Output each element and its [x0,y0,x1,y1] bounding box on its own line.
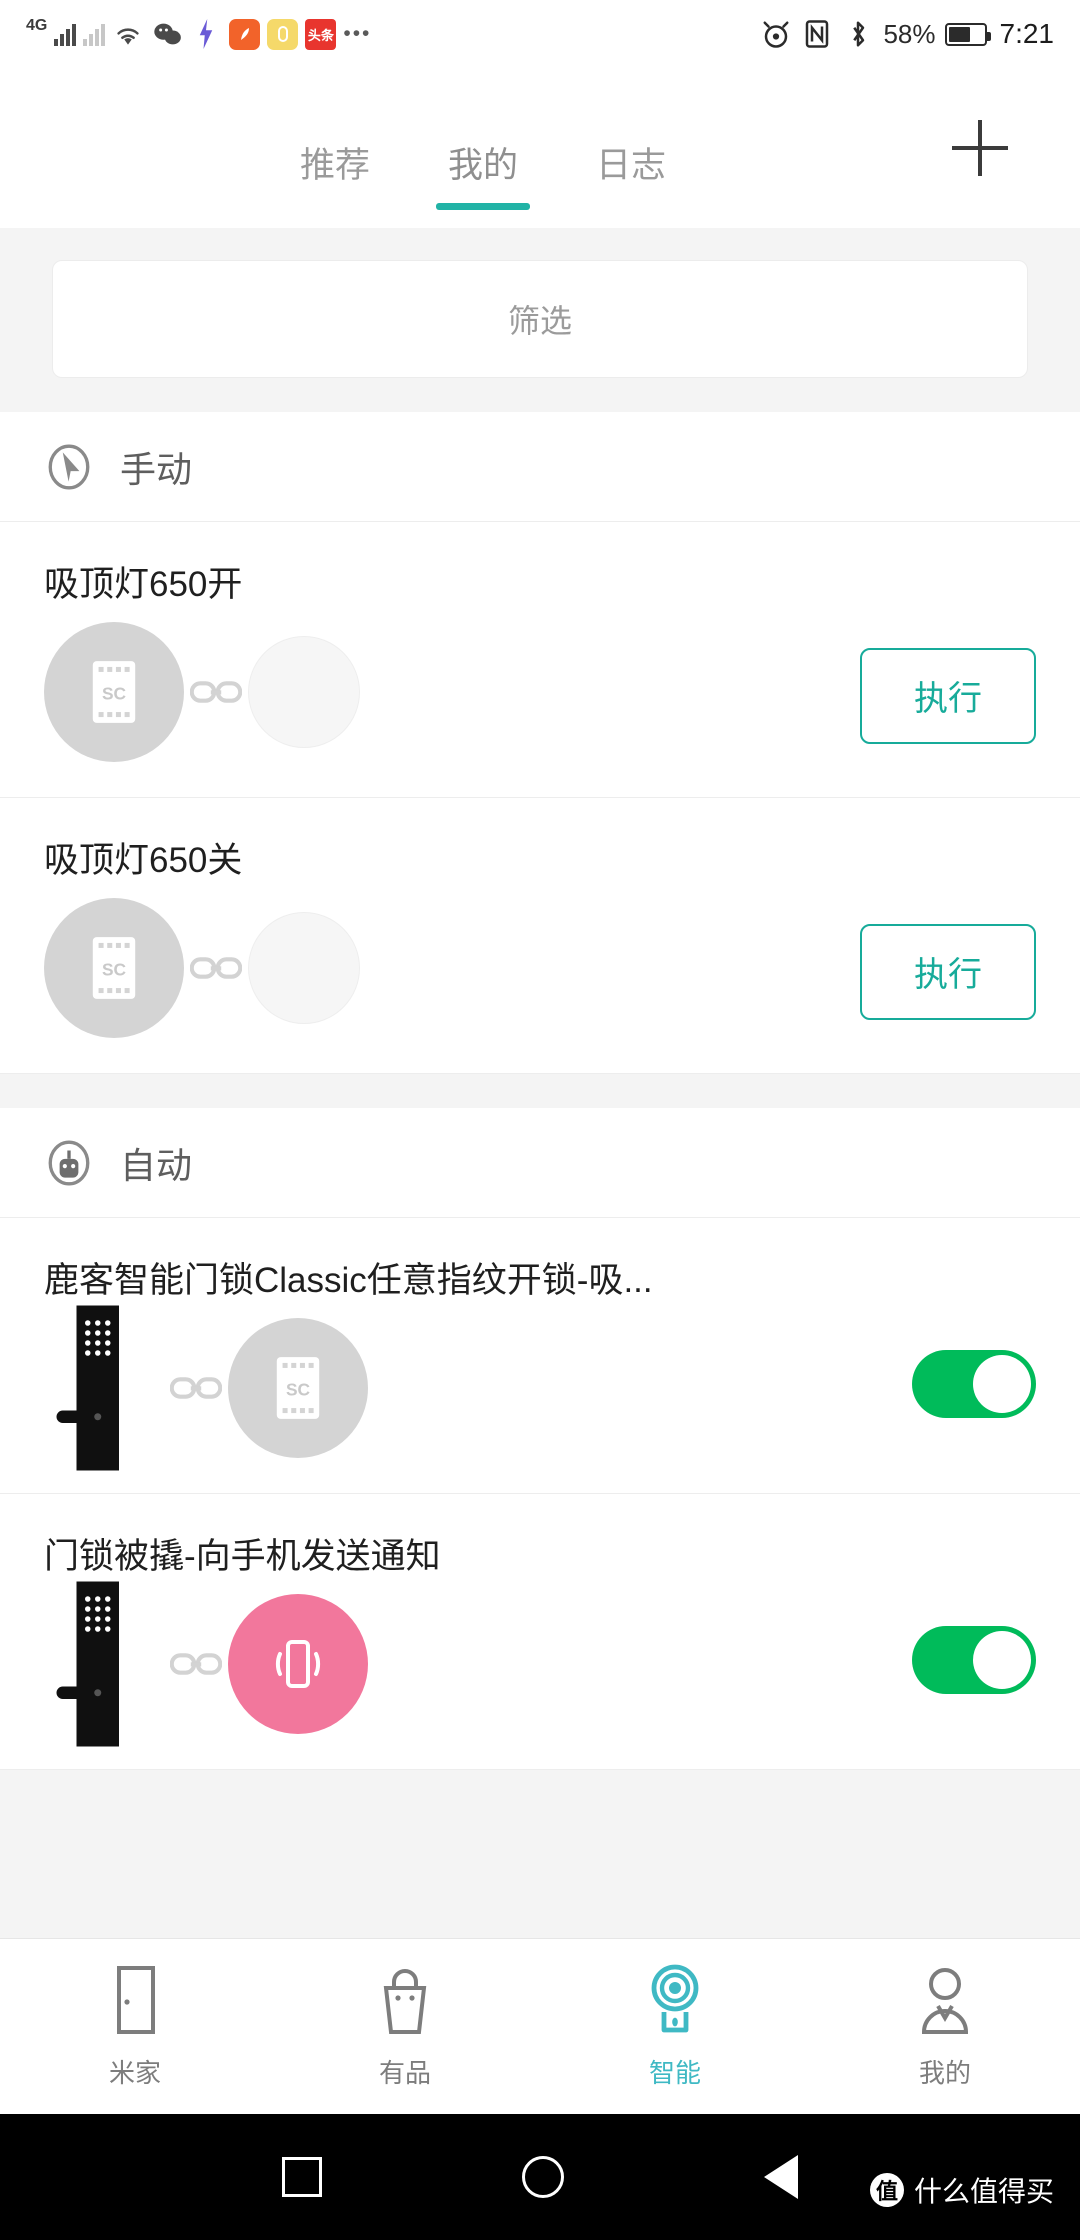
network-type-label: 4G [26,17,48,34]
wechat-icon [151,18,183,50]
smart-lock-icon [44,1574,164,1754]
nav-label: 智能 [648,2057,701,2088]
scene-row-auto-1[interactable]: 鹿客智能门锁Classic任意指纹开锁-吸... SC [0,1218,1080,1494]
section-header-auto: 自动 [0,1108,1080,1218]
add-icon[interactable] [952,120,1008,176]
tab-log[interactable]: 日志 [596,137,666,210]
gateway-icon: SC [44,898,184,1038]
scene-toggle[interactable] [912,1349,1036,1418]
watermark-badge: 值 [869,2173,904,2207]
status-bar: 4G 头条 ••• 58% 7:21 [0,0,1080,68]
shopping-bag-icon [376,1964,434,2041]
top-tab-bar: 推荐 我的 日志 [0,68,1080,228]
status-bar-left: 4G 头条 ••• [26,17,372,50]
scene-device-chain [44,1581,1036,1747]
nav-label: 米家 [108,2057,161,2088]
battery-percent-label: 58% [883,18,936,49]
svg-text:SC: SC [286,1380,311,1400]
smart-lock-icon [44,1298,164,1478]
tab-list: 推荐 我的 日志 [300,68,666,228]
section-title-auto: 自动 [120,1144,193,1186]
flash-charging-icon [190,18,222,50]
link-chain-icon [164,1649,228,1679]
scene-title: 鹿客智能门锁Classic任意指纹开锁-吸... [44,1261,653,1300]
svg-text:SC: SC [102,684,127,704]
scene-row-auto-2[interactable]: 门锁被撬-向手机发送通知 [0,1494,1080,1770]
scene-title: 门锁被撬-向手机发送通知 [44,1537,441,1576]
system-nav-bar: 值 什么值得买 [0,2114,1080,2240]
scene-title: 吸顶灯650关 [44,841,243,880]
filter-button[interactable]: 筛选 [52,260,1028,378]
battery-icon [944,22,991,46]
link-chain-icon [164,1373,228,1403]
phone-notify-icon [228,1594,368,1734]
signal-bars-icon [54,22,77,46]
status-bar-right: 58% 7:21 [760,18,1054,50]
app-screen: 4G 头条 ••• 58% 7:21 推荐 我的 日志 筛选 手动 吸顶灯650… [0,0,1080,2240]
ceiling-lamp-icon [248,912,360,1024]
nav-item-mijia[interactable]: 米家 [0,1964,270,2090]
scene-row-manual-1[interactable]: 吸顶灯650开 SC 执行 [0,522,1080,798]
filter-label: 筛选 [507,303,572,339]
gateway-icon: SC [44,622,184,762]
back-triangle-icon[interactable] [764,2155,798,2199]
signal-bars-secondary-icon [83,22,106,46]
section-divider [0,1770,1080,1804]
section-divider [0,1074,1080,1108]
wifi-icon [112,18,144,50]
eye-care-icon [760,18,792,50]
link-chain-icon [184,677,248,707]
watermark: 值 什么值得买 [869,2170,1054,2210]
bluetooth-icon [842,18,874,50]
tab-recommend[interactable]: 推荐 [300,137,370,210]
filter-area: 筛选 [0,228,1080,412]
nav-item-profile[interactable]: 我的 [810,1964,1080,2090]
camera-icon [646,1964,704,2041]
nfc-icon [801,18,833,50]
scene-device-chain: SC [44,1305,1036,1471]
scene-title: 吸顶灯650开 [44,565,243,604]
scene-toggle[interactable] [912,1625,1036,1694]
door-icon [107,1964,163,2041]
person-icon [916,1964,974,2041]
app-icon-yellow [267,18,299,50]
nav-item-youpin[interactable]: 有品 [270,1964,540,2090]
execute-button[interactable]: 执行 [860,647,1036,744]
section-header-manual: 手动 [0,412,1080,522]
bottom-nav-bar: 米家 有品 智能 我的 [0,1938,1080,2114]
nav-label: 有品 [378,2057,431,2088]
home-circle-icon[interactable] [522,2156,564,2198]
recents-square-icon[interactable] [282,2157,322,2197]
app-icon-orange [229,18,261,50]
robot-icon [44,1138,94,1188]
link-chain-icon [184,953,248,983]
execute-button[interactable]: 执行 [860,923,1036,1020]
ceiling-lamp-icon [248,636,360,748]
scene-row-manual-2[interactable]: 吸顶灯650关 SC 执行 [0,798,1080,1074]
svg-text:SC: SC [102,960,127,980]
tab-mine[interactable]: 我的 [436,137,531,210]
clock-label: 7:21 [999,18,1055,49]
nav-label: 我的 [918,2057,971,2088]
more-dots-icon: ••• [343,22,372,45]
cursor-click-icon [44,442,94,492]
nav-item-smart[interactable]: 智能 [540,1964,810,2090]
section-title-manual: 手动 [120,448,193,490]
gateway-icon: SC [228,1318,368,1458]
toutiao-icon: 头条 [305,18,337,50]
watermark-text: 什么值得买 [913,2176,1054,2207]
